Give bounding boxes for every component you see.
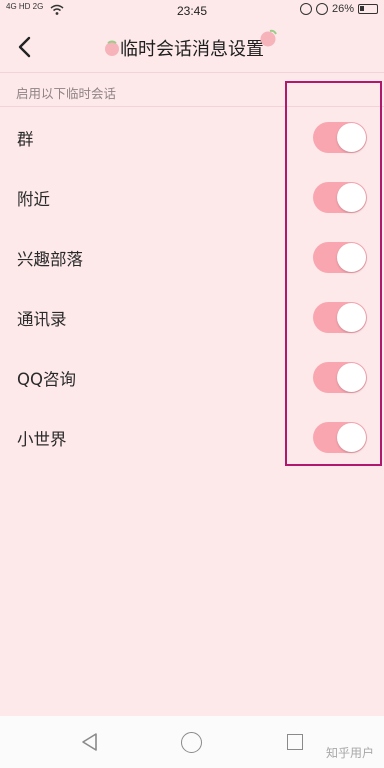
nearby-toggle[interactable]	[313, 182, 367, 213]
toggle-knob	[337, 303, 366, 332]
setting-label: 群	[17, 130, 34, 149]
setting-label: QQ咨询	[17, 370, 76, 389]
page-title: 临时会话消息设置	[120, 39, 264, 60]
section-header: 启用以下临时会话	[16, 86, 117, 101]
header: 临时会话消息设置	[0, 22, 384, 72]
battery-icon	[358, 4, 378, 14]
setting-row-qq-consult[interactable]: QQ咨询	[0, 347, 384, 407]
interest-tribe-toggle[interactable]	[313, 242, 367, 273]
status-bar: 4G HD 2G 23:45 26%	[0, 0, 384, 22]
setting-label: 小世界	[17, 430, 67, 449]
contacts-toggle[interactable]	[313, 302, 367, 333]
toggle-knob	[337, 243, 366, 272]
toggle-knob	[337, 183, 366, 212]
toggle-knob	[337, 123, 366, 152]
nav-back-icon[interactable]	[80, 732, 100, 752]
small-world-toggle[interactable]	[313, 422, 367, 453]
group-toggle[interactable]	[313, 122, 367, 153]
toggle-knob	[337, 363, 366, 392]
nav-recent-apps-icon[interactable]	[287, 734, 303, 750]
strawberry-decoration-icon	[260, 29, 277, 47]
setting-row-nearby[interactable]: 附近	[0, 167, 384, 227]
navigation-bar: 知乎用户	[0, 716, 384, 768]
alarm-icon	[315, 3, 328, 15]
setting-row-small-world[interactable]: 小世界	[0, 407, 384, 467]
qq-consult-toggle[interactable]	[313, 362, 367, 393]
setting-row-contacts[interactable]: 通讯录	[0, 287, 384, 347]
nav-home-icon[interactable]	[181, 732, 202, 753]
setting-label: 通讯录	[17, 310, 67, 329]
setting-label: 附近	[17, 190, 50, 209]
setting-row-group[interactable]: 群	[0, 107, 384, 167]
setting-row-interest-tribe[interactable]: 兴趣部落	[0, 227, 384, 287]
rotation-lock-icon	[299, 3, 312, 15]
toggle-knob	[337, 423, 366, 452]
divider	[0, 72, 384, 73]
setting-label: 兴趣部落	[17, 250, 83, 269]
watermark: 知乎用户	[325, 746, 374, 760]
battery-percent: 26%	[331, 3, 354, 15]
